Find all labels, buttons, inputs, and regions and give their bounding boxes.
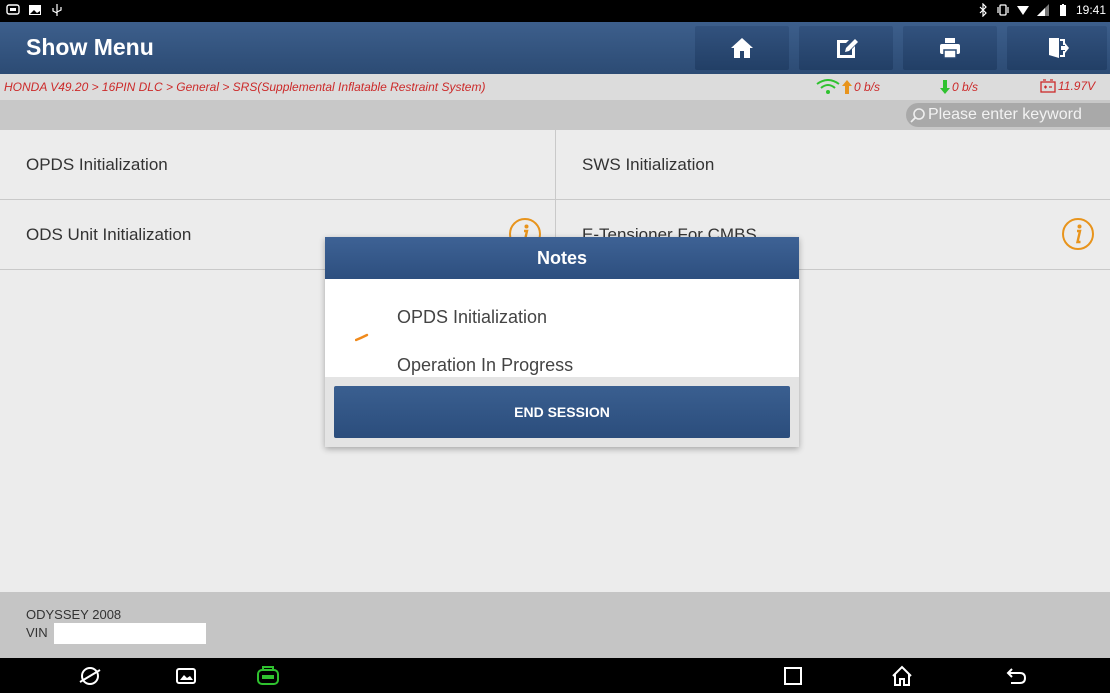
notes-dialog: Notes OPDS Initialization Operation In P…: [325, 237, 799, 447]
browser-icon[interactable]: [78, 664, 102, 688]
dialog-footer: END SESSION: [325, 377, 799, 447]
modal-overlay: Notes OPDS Initialization Operation In P…: [0, 0, 1110, 658]
vci-icon[interactable]: [256, 664, 280, 688]
end-session-button[interactable]: END SESSION: [334, 386, 790, 438]
back-icon[interactable]: [1004, 664, 1028, 688]
dialog-function-name: OPDS Initialization: [397, 307, 548, 327]
dialog-title: Notes: [325, 237, 799, 279]
dialog-status-text: Operation In Progress: [397, 355, 574, 375]
loading-spinner-icon: [355, 333, 369, 342]
recent-apps-icon[interactable]: [781, 664, 805, 688]
gallery-icon[interactable]: [174, 664, 198, 688]
home-nav-icon[interactable]: [890, 664, 914, 688]
android-nav-bar: [0, 658, 1110, 693]
